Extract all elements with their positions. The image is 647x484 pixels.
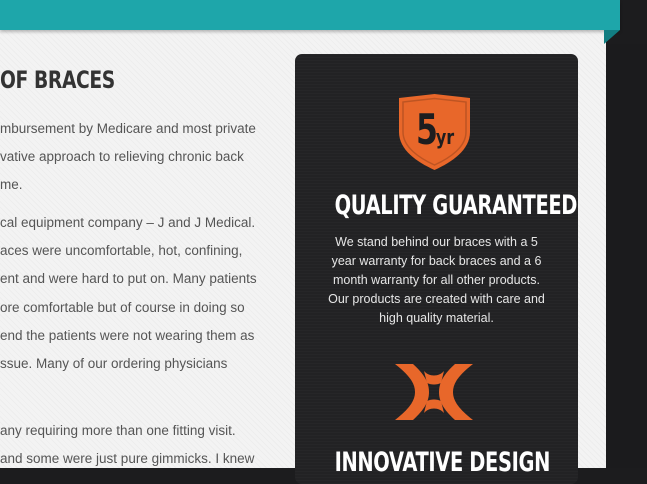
- body-line: ent and were hard to put on. Many patien…: [0, 271, 257, 286]
- page-edge-background: [606, 44, 647, 468]
- body-line: cal equipment company – J and J Medical.: [0, 215, 256, 230]
- innovation-x-icon: [395, 364, 473, 420]
- body-line: end the patients were not wearing them a…: [0, 328, 255, 343]
- body-line: any requiring more than one fitting visi…: [0, 423, 236, 438]
- quality-text-line: Our products are created with care and: [328, 292, 545, 306]
- quality-text-line: high quality material.: [379, 311, 494, 325]
- features-sidebar: 5 yr QUALITY GUARANTEED We stand behind …: [295, 54, 578, 484]
- quality-text-line: We stand behind our braces with a 5: [335, 235, 538, 249]
- body-line: me.: [0, 177, 23, 192]
- body-line: ssue. Many of our ordering physicians: [0, 356, 228, 371]
- top-banner: [0, 0, 620, 30]
- body-line: vative approach to relieving chronic bac…: [0, 149, 244, 164]
- body-line: ore comfortable but of course in doing s…: [0, 300, 245, 315]
- quality-text-line: year warranty for back braces and a 6: [331, 254, 542, 268]
- badge-number: 5: [416, 106, 438, 155]
- innovative-design-title: INNOVATIVE DESIGN: [334, 447, 551, 478]
- shield-5yr-icon: 5 yr: [399, 94, 470, 170]
- badge-unit: yr: [436, 126, 454, 149]
- body-line: aces were uncomfortable, hot, confining,: [0, 243, 243, 258]
- banner-fold: [604, 30, 620, 44]
- section-heading: OF BRACES: [0, 66, 115, 94]
- body-line: and some were just pure gimmicks. I knew: [0, 451, 255, 466]
- quality-text-line: month warranty for all other products.: [332, 273, 541, 287]
- body-line: mbursement by Medicare and most private: [0, 121, 256, 136]
- quality-guaranteed-title: QUALITY GUARANTEED: [334, 190, 578, 221]
